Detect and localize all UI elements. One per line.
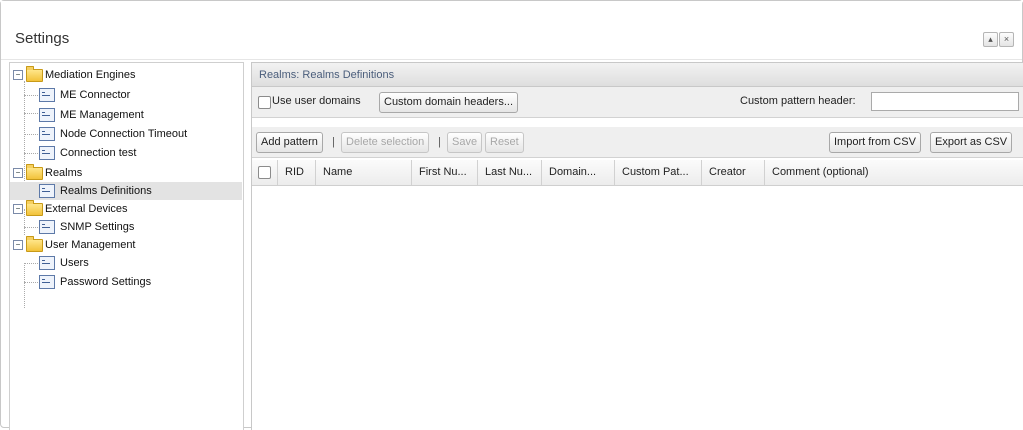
tree-folder-user-management[interactable]: − User Management <box>10 236 242 254</box>
delete-selection-button[interactable]: Delete selection <box>341 132 430 153</box>
collapse-button[interactable]: ▴ <box>983 32 998 47</box>
document-icon <box>39 127 55 141</box>
tree-folder-realms[interactable]: − Realms <box>10 164 242 182</box>
tree-item-password-settings[interactable]: Password Settings <box>10 273 242 291</box>
tree-label: External Devices <box>45 203 128 215</box>
tree-label: Realms Definitions <box>60 185 152 197</box>
folder-icon <box>26 200 43 216</box>
panel-title: Realms: Realms Definitions <box>259 69 395 81</box>
realms-table-body <box>252 186 1023 430</box>
tree-folder-external-devices[interactable]: − External Devices <box>10 200 242 218</box>
folder-icon <box>26 66 43 82</box>
custom-pattern-header-label: Custom pattern header: <box>740 95 856 107</box>
close-button[interactable]: × <box>999 32 1014 47</box>
document-icon <box>39 184 55 198</box>
tree-label: Password Settings <box>60 276 152 288</box>
toolbar-separator: | <box>438 136 441 148</box>
tree-item-snmp-settings[interactable]: SNMP Settings <box>10 218 242 236</box>
tree-label: ME Connector <box>60 89 131 101</box>
tree-item-me-connector[interactable]: ME Connector <box>10 86 242 104</box>
column-first-number[interactable]: First Nu... <box>412 160 478 185</box>
document-icon <box>39 275 55 289</box>
tree-label: Users <box>60 257 89 269</box>
realms-panel: Realms: Realms Definitions Use user doma… <box>251 62 1023 430</box>
column-rid[interactable]: RID <box>278 160 316 185</box>
document-icon <box>39 256 55 270</box>
settings-tree: − Mediation Engines ME Connector ME Mana… <box>9 62 244 430</box>
expand-toggle-icon[interactable]: − <box>13 168 23 178</box>
tree-label: SNMP Settings <box>60 221 135 233</box>
reset-button[interactable]: Reset <box>485 132 524 153</box>
settings-window: Settings ▴ × − Mediation Engines ME Conn… <box>0 0 1023 430</box>
toolbar-separator: | <box>332 136 335 148</box>
tree-item-node-connection-timeout[interactable]: Node Connection Timeout <box>10 125 242 143</box>
tree-item-users[interactable]: Users <box>10 254 242 272</box>
tree-label: Mediation Engines <box>45 69 136 81</box>
custom-pattern-header-input[interactable] <box>871 92 1019 111</box>
tree-item-connection-test[interactable]: Connection test <box>10 144 242 162</box>
folder-icon <box>26 236 43 252</box>
window-title: Settings <box>15 30 70 47</box>
tree-label: User Management <box>45 239 136 251</box>
document-icon <box>39 88 55 102</box>
add-pattern-button[interactable]: Add pattern <box>256 132 323 153</box>
custom-domain-headers-button[interactable]: Custom domain headers... <box>379 92 519 113</box>
expand-toggle-icon[interactable]: − <box>13 70 23 80</box>
tree-item-me-management[interactable]: ME Management <box>10 106 242 124</box>
domain-toolbar: Use user domains Custom domain headers..… <box>252 87 1023 118</box>
select-all-checkbox[interactable] <box>258 166 271 179</box>
select-all-column[interactable] <box>252 160 278 185</box>
export-csv-button[interactable]: Export as CSV <box>930 132 1013 153</box>
expand-toggle-icon[interactable]: − <box>13 240 23 250</box>
column-creator[interactable]: Creator <box>702 160 765 185</box>
document-icon <box>39 108 55 122</box>
import-csv-button[interactable]: Import from CSV <box>829 132 921 153</box>
realms-table-header: RID Name First Nu... Last Nu... Domain..… <box>252 160 1023 186</box>
column-name[interactable]: Name <box>316 160 412 185</box>
column-domain[interactable]: Domain... <box>542 160 615 185</box>
save-button[interactable]: Save <box>447 132 483 153</box>
use-user-domains-label: Use user domains <box>272 95 361 107</box>
folder-icon <box>26 164 43 180</box>
tree-label: Realms <box>45 167 83 179</box>
window-title-bar: Settings ▴ × <box>1 1 1022 60</box>
use-user-domains-checkbox[interactable] <box>258 96 271 109</box>
column-last-number[interactable]: Last Nu... <box>478 160 542 185</box>
panel-header: Realms: Realms Definitions <box>252 63 1023 87</box>
tree-label: ME Management <box>60 109 144 121</box>
document-icon <box>39 220 55 234</box>
expand-toggle-icon[interactable]: − <box>13 204 23 214</box>
document-icon <box>39 146 55 160</box>
tree-item-realms-definitions[interactable]: Realms Definitions <box>10 182 242 200</box>
column-custom-pattern[interactable]: Custom Pat... <box>615 160 702 185</box>
tree-label: Node Connection Timeout <box>60 128 188 140</box>
tree-label: Connection test <box>60 147 137 159</box>
action-toolbar: Add pattern | Delete selection | Save Re… <box>252 127 1023 158</box>
tree-folder-mediation-engines[interactable]: − Mediation Engines <box>10 66 242 84</box>
column-comment[interactable]: Comment (optional) <box>765 160 1023 185</box>
